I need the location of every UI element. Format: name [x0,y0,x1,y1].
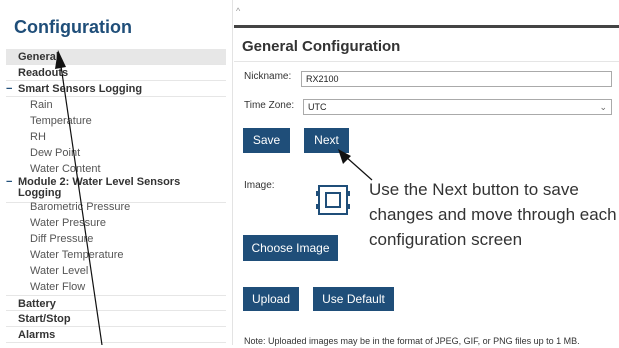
arrow-to-next [338,149,373,181]
arrow-to-general [55,50,103,345]
annotation-arrows [55,50,373,345]
